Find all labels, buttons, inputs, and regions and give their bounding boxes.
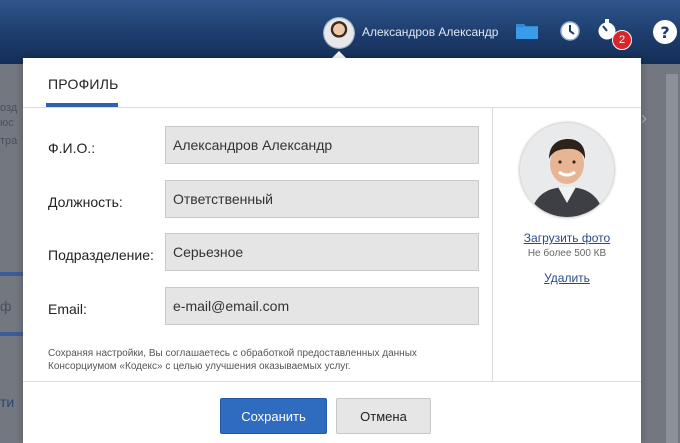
- bg-accent-bar: [0, 272, 23, 276]
- save-button[interactable]: Сохранить: [220, 398, 327, 434]
- delete-photo-link[interactable]: Удалить: [493, 271, 641, 285]
- profile-photo: [520, 123, 614, 217]
- bg-fragment: озд: [0, 102, 18, 114]
- email-field[interactable]: [165, 287, 479, 325]
- consent-line: Консорциумом «Кодекс» с целью улучшения …: [48, 361, 351, 372]
- bg-fragment: ти: [0, 394, 15, 410]
- position-label: Должность:: [48, 194, 123, 210]
- user-avatar[interactable]: [324, 18, 354, 48]
- divider: [23, 381, 641, 382]
- photo-size-note: Не более 500 КВ: [527, 248, 607, 259]
- consent-line: Сохраняя настройки, Вы соглашаетесь с об…: [48, 348, 417, 359]
- topbar-user-name[interactable]: Александров Александр: [362, 25, 498, 39]
- profile-photo-image: [520, 123, 614, 217]
- divider: [23, 107, 641, 108]
- notification-badge: 2: [612, 30, 632, 50]
- consent-notice: Сохраняя настройки, Вы соглашаетесь с об…: [48, 347, 488, 373]
- bg-accent-bar: [0, 332, 23, 336]
- upload-photo-link[interactable]: Загрузить фото: [493, 231, 641, 245]
- help-icon[interactable]: ?: [652, 19, 678, 45]
- profile-dialog: ПРОФИЛЬ Ф.И.О.: Должность: Подразделение…: [23, 58, 641, 443]
- department-label: Подразделение:: [48, 247, 154, 263]
- background-scrollbar[interactable]: [666, 74, 678, 443]
- bg-fragment: юс: [0, 117, 14, 129]
- svg-text:?: ?: [660, 23, 669, 42]
- tab-profile[interactable]: ПРОФИЛЬ: [48, 76, 118, 92]
- name-label: Ф.И.О.:: [48, 140, 96, 156]
- bg-fragment: ф: [0, 298, 12, 314]
- name-field[interactable]: [165, 126, 479, 164]
- folder-icon[interactable]: [516, 22, 538, 39]
- chevron-right-icon[interactable]: ›: [641, 108, 647, 129]
- email-label: Email:: [48, 301, 87, 317]
- modal-pointer: [332, 51, 346, 58]
- clock-icon[interactable]: [560, 21, 580, 41]
- bg-fragment: тра: [0, 135, 18, 147]
- cancel-button[interactable]: Отмена: [336, 398, 431, 434]
- position-field[interactable]: [165, 180, 479, 218]
- department-field[interactable]: [165, 233, 479, 271]
